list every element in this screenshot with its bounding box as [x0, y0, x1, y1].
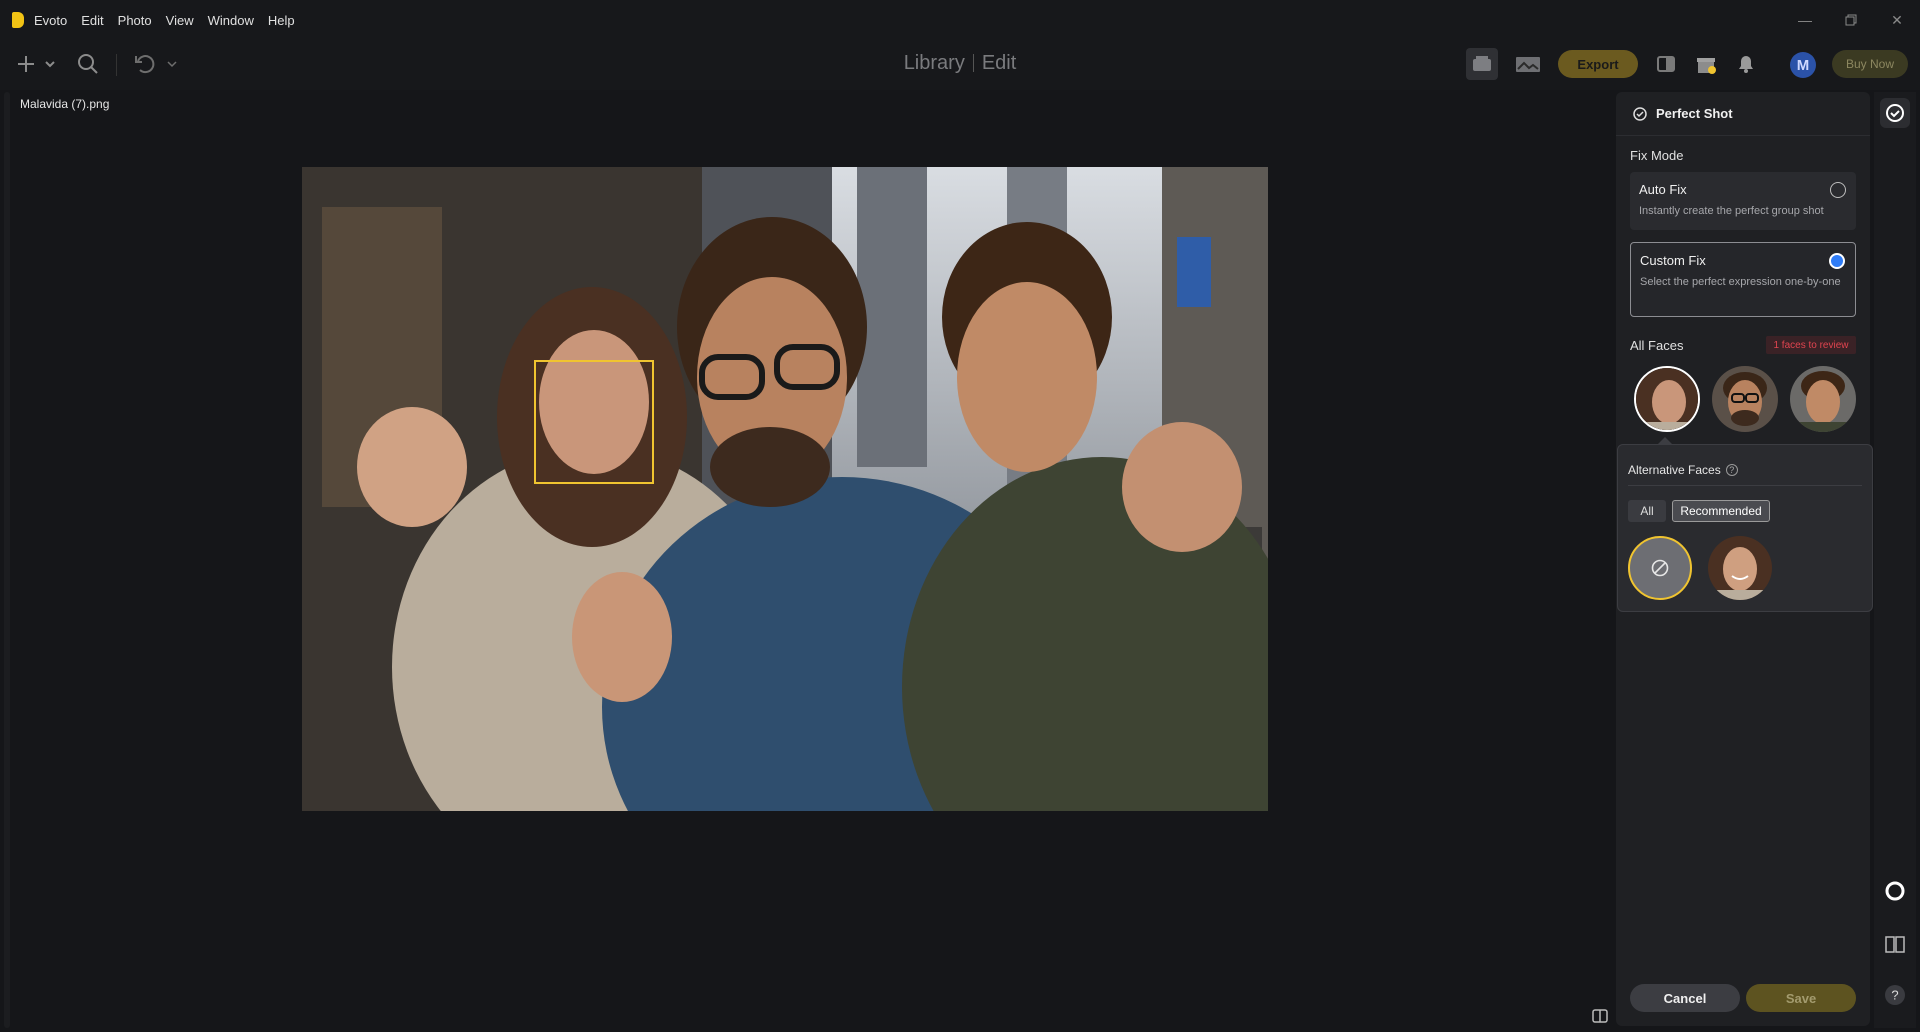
- menu-photo[interactable]: Photo: [118, 13, 152, 28]
- face-thumb-1[interactable]: [1634, 366, 1700, 432]
- library-tab[interactable]: Library: [904, 52, 965, 74]
- menu-edit[interactable]: Edit: [81, 13, 103, 28]
- compare-view-icon[interactable]: [1652, 48, 1680, 80]
- custom-fix-title: Custom Fix: [1640, 253, 1706, 268]
- minimize-icon[interactable]: —: [1782, 0, 1828, 40]
- custom-fix-option[interactable]: Custom Fix Select the perfect expression…: [1630, 242, 1856, 317]
- popover-divider: [1628, 485, 1862, 486]
- presets-icon[interactable]: [1512, 48, 1544, 80]
- selected-face-box[interactable]: [534, 360, 654, 484]
- group-selfie-photo: [302, 167, 1268, 811]
- notification-bell-icon[interactable]: [1732, 48, 1760, 80]
- tab-all[interactable]: All: [1628, 500, 1666, 522]
- circle-tool-icon[interactable]: [1880, 876, 1910, 906]
- edit-tab[interactable]: Edit: [982, 52, 1016, 74]
- no-replacement-option[interactable]: [1628, 536, 1692, 600]
- popover-pointer: [1658, 437, 1672, 444]
- alternative-faces-title: Alternative Faces ?: [1628, 463, 1738, 477]
- panel-header: Perfect Shot: [1616, 92, 1870, 136]
- export-button[interactable]: Export: [1558, 50, 1638, 78]
- auto-fix-option[interactable]: Auto Fix Instantly create the perfect gr…: [1630, 172, 1856, 230]
- plus-icon: [18, 56, 55, 72]
- fix-mode-label: Fix Mode: [1630, 148, 1684, 163]
- help-circle-icon[interactable]: ?: [1880, 980, 1910, 1010]
- app-window: Evoto Edit Photo View Window Help — ✕ Li…: [0, 0, 1920, 1032]
- tab-recommended[interactable]: Recommended: [1672, 500, 1770, 522]
- buy-now-button[interactable]: Buy Now: [1832, 50, 1908, 78]
- all-faces-label: All Faces: [1630, 338, 1684, 353]
- alternative-faces-label: Alternative Faces: [1628, 463, 1721, 477]
- alternative-faces-popover: Alternative Faces ? All Recommended: [1617, 444, 1873, 612]
- auto-fix-desc: Instantly create the perfect group shot: [1639, 205, 1824, 217]
- perfect-shot-tool-icon[interactable]: [1880, 98, 1910, 128]
- face-thumb-2[interactable]: [1712, 366, 1778, 432]
- custom-fix-radio[interactable]: [1829, 253, 1845, 269]
- menu-window[interactable]: Window: [208, 13, 254, 28]
- panel-title: Perfect Shot: [1656, 106, 1733, 121]
- search-icon[interactable]: [74, 48, 102, 80]
- mode-divider: [972, 54, 974, 72]
- user-avatar[interactable]: M: [1790, 52, 1816, 78]
- prohibited-icon: [1651, 559, 1669, 577]
- left-scroll-rail[interactable]: [4, 92, 10, 1028]
- auto-fix-radio[interactable]: [1830, 182, 1846, 198]
- menu-view[interactable]: View: [166, 13, 194, 28]
- app-menu-evoto[interactable]: Evoto: [34, 13, 67, 28]
- evoto-logo-icon: [12, 12, 24, 28]
- auto-fix-title: Auto Fix: [1639, 182, 1687, 197]
- undo-dropdown-button[interactable]: [132, 48, 182, 80]
- close-icon[interactable]: ✕: [1874, 0, 1920, 40]
- custom-fix-desc: Select the perfect expression one-by-one: [1640, 276, 1841, 288]
- split-view-icon[interactable]: [1592, 1008, 1608, 1024]
- perfect-shot-icon: [1633, 106, 1647, 121]
- batch-icon[interactable]: [1466, 48, 1498, 80]
- add-dropdown-button[interactable]: [16, 48, 56, 80]
- guide-book-icon[interactable]: [1880, 929, 1910, 959]
- right-tool-rail: ?: [1874, 92, 1916, 1028]
- face-thumb-3[interactable]: [1790, 366, 1856, 432]
- menu-help[interactable]: Help: [268, 13, 295, 28]
- alternative-face-thumb[interactable]: [1708, 536, 1772, 600]
- review-badge: 1 faces to review: [1766, 336, 1856, 354]
- help-icon[interactable]: ?: [1725, 464, 1738, 476]
- toolbar: Library Edit Export M Buy Now: [0, 40, 1920, 90]
- title-bar: Evoto Edit Photo View Window Help — ✕: [0, 0, 1920, 40]
- window-controls: — ✕: [1782, 0, 1920, 40]
- cancel-button[interactable]: Cancel: [1630, 984, 1740, 1012]
- undo-icon: [135, 55, 177, 74]
- save-button[interactable]: Save: [1746, 984, 1856, 1012]
- file-name-label: Malavida (7).png: [20, 97, 110, 111]
- restore-icon[interactable]: [1828, 0, 1874, 40]
- edited-photo[interactable]: [302, 167, 1268, 811]
- gift-icon[interactable]: [1692, 48, 1720, 80]
- svg-text:?: ?: [1891, 988, 1898, 1003]
- toolbar-separator: [116, 54, 117, 76]
